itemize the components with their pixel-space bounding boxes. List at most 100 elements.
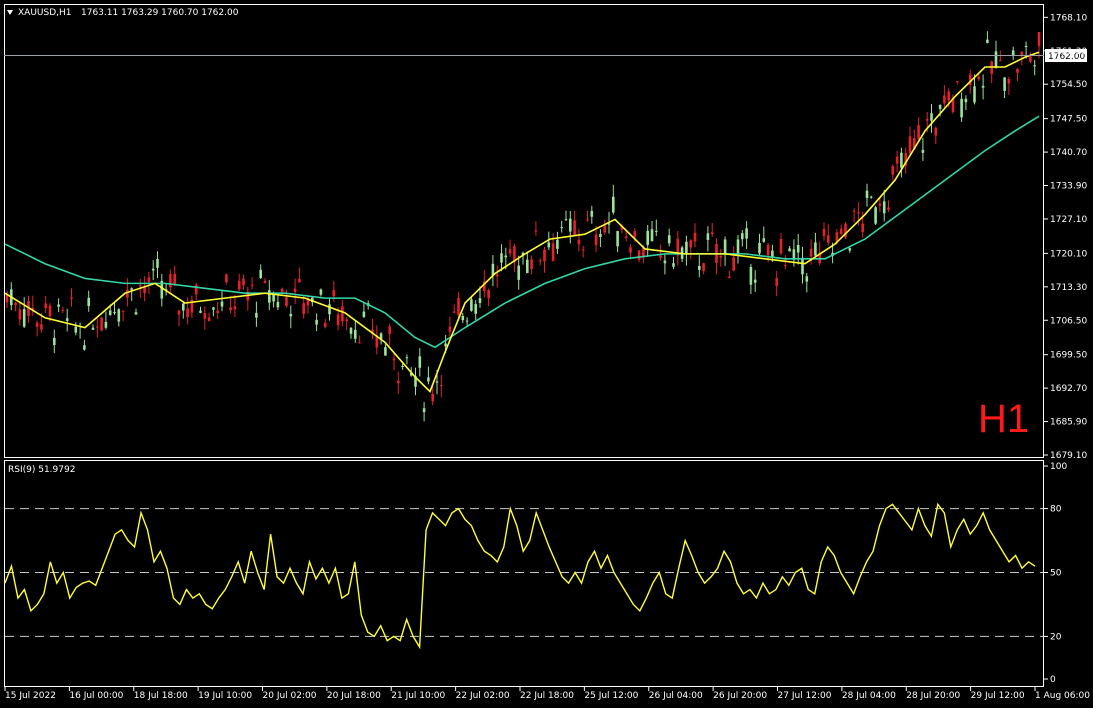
rsi-axis: 100 80 50 20 0 bbox=[1044, 462, 1067, 685]
candle-body bbox=[758, 242, 761, 254]
candle-body bbox=[332, 290, 336, 297]
candle-body bbox=[1020, 51, 1024, 56]
candle-body bbox=[452, 311, 456, 313]
candle-body bbox=[594, 234, 598, 246]
rsi-tick-label: 50 bbox=[1050, 569, 1062, 579]
candle-body bbox=[280, 288, 284, 293]
candle-body bbox=[960, 98, 963, 118]
candle-body bbox=[500, 253, 503, 263]
time-tick-label: 26 Jul 20:00 bbox=[713, 691, 767, 701]
price-tick-label: 1685.90 bbox=[1050, 418, 1087, 428]
candle-body bbox=[268, 290, 271, 303]
rsi-line bbox=[4, 502, 1036, 650]
ma-slow-line bbox=[4, 115, 1040, 349]
candle-body bbox=[736, 239, 740, 255]
candle-body bbox=[18, 309, 22, 320]
candle-body bbox=[53, 337, 56, 346]
candle-body bbox=[930, 113, 933, 121]
candle-body bbox=[706, 233, 710, 240]
candle-body bbox=[973, 86, 976, 103]
candle-body bbox=[870, 196, 873, 198]
candle-body bbox=[599, 234, 602, 237]
time-tick-label: 22 Jul 18:00 bbox=[520, 691, 574, 701]
candle-body bbox=[766, 244, 770, 256]
candle-body bbox=[405, 357, 409, 359]
candle-body bbox=[336, 314, 340, 325]
candle-body bbox=[457, 298, 460, 316]
time-tick-label: 15 Jul 2022 bbox=[5, 691, 56, 701]
price-tick-label: 1706.50 bbox=[1050, 316, 1087, 326]
ma-fast-line bbox=[4, 51, 1040, 393]
price-axis: 1768.10 1761.30 1754.50 1747.50 1740.70 1733.… bbox=[1044, 13, 1087, 461]
time-tick-label: 20 Jul 02:00 bbox=[263, 691, 317, 701]
candle-body bbox=[349, 327, 353, 334]
candle-body bbox=[220, 301, 224, 307]
candle-body bbox=[173, 273, 176, 284]
candle-body bbox=[865, 190, 869, 198]
candle-body bbox=[710, 232, 714, 235]
candle-body bbox=[315, 319, 318, 325]
candle-body bbox=[560, 227, 563, 229]
candle-body bbox=[96, 326, 99, 328]
candle-body bbox=[182, 303, 185, 311]
candle-body bbox=[298, 278, 301, 283]
price-tick-label: 1727.10 bbox=[1050, 215, 1087, 225]
candle-body bbox=[362, 311, 366, 317]
candle-body bbox=[263, 280, 267, 283]
candle-body bbox=[422, 408, 426, 413]
candle-body bbox=[229, 307, 232, 311]
candle-body bbox=[242, 278, 245, 286]
candle-body bbox=[827, 235, 830, 243]
candle-body bbox=[586, 219, 589, 221]
candle-body bbox=[753, 279, 757, 283]
candle-body bbox=[526, 259, 529, 274]
candle-body bbox=[259, 269, 262, 279]
candle-body bbox=[762, 238, 766, 242]
candle-body bbox=[839, 228, 843, 234]
candle-body bbox=[1037, 32, 1041, 47]
candle-body bbox=[293, 288, 297, 292]
candle-body bbox=[474, 304, 477, 314]
candle-body bbox=[590, 210, 594, 217]
candle-body bbox=[698, 265, 701, 270]
candle-body bbox=[775, 278, 778, 287]
candle-body bbox=[887, 207, 890, 210]
candle-body bbox=[35, 322, 39, 327]
candle-body bbox=[878, 203, 882, 206]
candle-body bbox=[672, 263, 675, 267]
chart-window[interactable]: 1762.00 XAUUSD,H1 1763.11 1763.29 1760.7… bbox=[0, 0, 1093, 708]
candle-body bbox=[100, 317, 103, 331]
candle-body bbox=[788, 248, 791, 252]
candle-body bbox=[981, 85, 985, 88]
candle-body bbox=[934, 127, 938, 136]
candle-body bbox=[427, 377, 430, 382]
candle-body bbox=[341, 306, 344, 322]
time-tick-label: 16 Jul 00:00 bbox=[69, 691, 123, 701]
candle-body bbox=[435, 381, 439, 383]
candle-body bbox=[745, 228, 748, 239]
candle-body bbox=[564, 219, 568, 221]
candle-body bbox=[354, 329, 357, 339]
candle-body bbox=[212, 307, 215, 310]
candle-body bbox=[255, 312, 258, 318]
time-tick-label: 18 Jul 18:00 bbox=[134, 691, 188, 701]
candle-body bbox=[117, 309, 121, 322]
time-tick-label: 1 Aug 06:00 bbox=[1035, 691, 1090, 701]
candle-body bbox=[530, 259, 533, 270]
candle-body bbox=[384, 347, 387, 356]
candle-body bbox=[495, 274, 499, 277]
candle-body bbox=[693, 232, 697, 242]
candle-body bbox=[943, 95, 946, 104]
candle-body bbox=[874, 207, 877, 224]
price-tick-label: 1692.70 bbox=[1050, 384, 1087, 394]
time-tick-label: 22 Jul 02:00 bbox=[456, 691, 510, 701]
candle-body bbox=[732, 257, 735, 271]
rsi-panel-frame bbox=[4, 460, 1044, 687]
time-tick-label: 21 Jul 10:00 bbox=[391, 691, 445, 701]
candle-body bbox=[925, 118, 929, 121]
triangle-down-icon[interactable] bbox=[7, 10, 13, 15]
time-tick-label: 29 Jul 12:00 bbox=[971, 691, 1025, 701]
candle-body bbox=[57, 304, 60, 307]
candle-body bbox=[848, 248, 852, 251]
candle-body bbox=[612, 196, 615, 213]
